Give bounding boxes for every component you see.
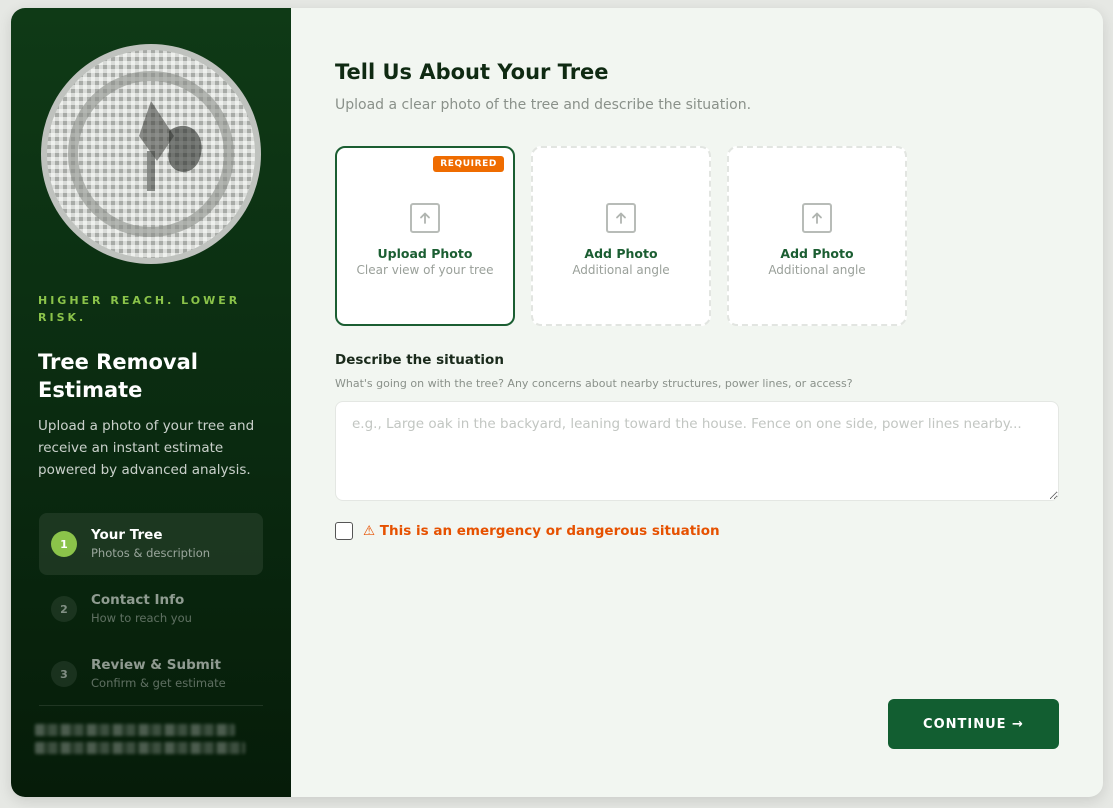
card-sublabel: Additional angle [572,263,670,277]
describe-label: Describe the situation [335,352,504,368]
page-subtitle: Upload a clear photo of the tree and des… [335,97,752,113]
step-review-submit[interactable]: 3 Review & Submit Confirm & get estimate [39,643,263,705]
sidebar-footer-redacted [35,724,250,760]
add-photo-card-1[interactable]: Add Photo Additional angle [531,146,711,326]
emergency-row: ⚠ This is an emergency or dangerous situ… [335,522,720,540]
main-content: Tell Us About Your Tree Upload a clear p… [291,8,1103,797]
step-sublabel: Confirm & get estimate [91,676,226,690]
emergency-checkbox[interactable] [335,522,353,540]
step-label: Review & Submit [91,657,221,673]
step-number: 3 [51,661,77,687]
continue-button[interactable]: CONTINUE → [888,699,1059,749]
step-number: 1 [51,531,77,557]
required-badge: REQUIRED [433,156,504,172]
card-label: Upload Photo [377,246,473,261]
situation-textarea[interactable] [335,401,1059,501]
step-label: Your Tree [91,527,163,543]
upload-icon [410,203,440,233]
upload-icon [606,203,636,233]
card-label: Add Photo [584,246,658,261]
page-title: Tell Us About Your Tree [335,60,609,84]
step-your-tree[interactable]: 1 Your Tree Photos & description [39,513,263,575]
progress-steps: 1 Your Tree Photos & description 2 Conta… [39,513,263,708]
add-photo-card-2[interactable]: Add Photo Additional angle [727,146,907,326]
sidebar-divider [39,705,263,706]
card-sublabel: Additional angle [768,263,866,277]
sidebar: HIGHER REACH. LOWER RISK. Tree Removal E… [11,8,291,797]
step-label: Contact Info [91,592,185,608]
sidebar-tagline: HIGHER REACH. LOWER RISK. [38,294,241,324]
emergency-label[interactable]: ⚠ This is an emergency or dangerous situ… [363,523,720,539]
step-sublabel: How to reach you [91,611,192,625]
step-contact-info[interactable]: 2 Contact Info How to reach you [39,578,263,640]
step-number: 2 [51,596,77,622]
sidebar-description: Upload a photo of your tree and receive … [38,418,255,478]
sidebar-title: Tree Removal Estimate [38,350,198,402]
step-sublabel: Photos & description [91,546,211,560]
tree-seal-logo [41,44,261,264]
estimate-app: HIGHER REACH. LOWER RISK. Tree Removal E… [11,8,1103,797]
card-label: Add Photo [780,246,854,261]
card-sublabel: Clear view of your tree [356,263,494,277]
describe-help-text: What's going on with the tree? Any conce… [335,377,853,390]
upload-photo-card[interactable]: REQUIRED Upload Photo Clear view of your… [335,146,515,326]
upload-icon [802,203,832,233]
